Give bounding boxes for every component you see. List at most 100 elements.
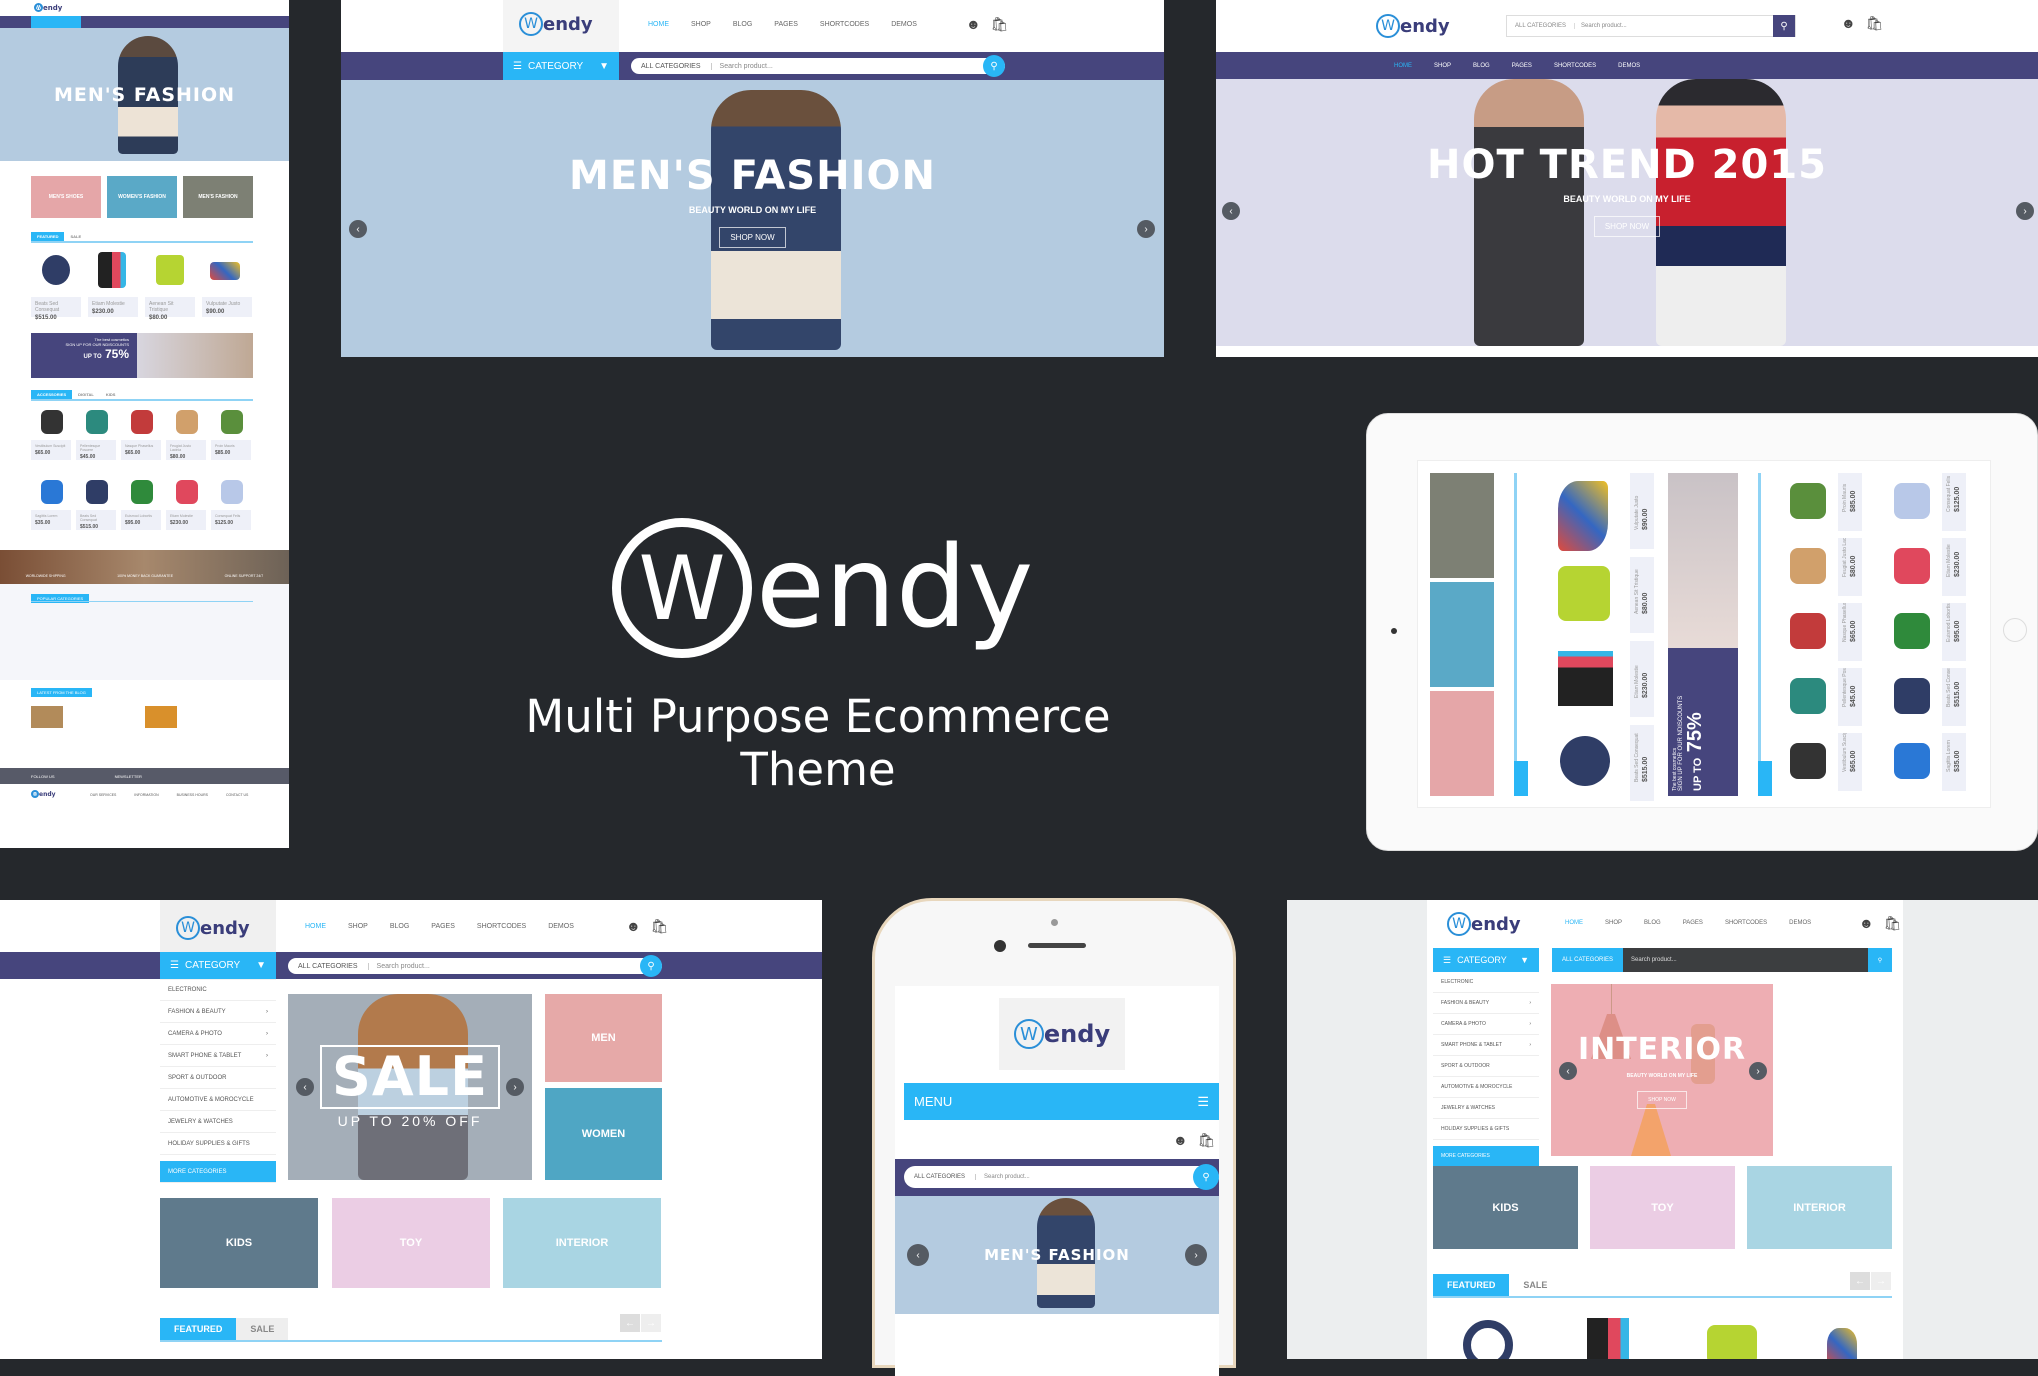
search-input[interactable]: Search product...: [1575, 23, 1773, 29]
category-select[interactable]: ALL CATEGORIES: [288, 962, 369, 970]
prev-slide-button[interactable]: ‹: [296, 1078, 314, 1096]
product-image[interactable]: [1790, 743, 1826, 779]
tab-featured[interactable]: FEATURED: [31, 232, 65, 241]
search-field[interactable]: ALL CATEGORIES Search product... ⚲: [288, 955, 662, 977]
product-image[interactable]: [86, 480, 108, 504]
next-arrow-icon[interactable]: →: [641, 1314, 661, 1332]
promo-banner[interactable]: The best cosmetics SIGN UP FOR OUR NDISCO…: [31, 333, 137, 378]
search-icon[interactable]: ⚲: [640, 955, 662, 977]
sidebar-category-item[interactable]: JEWELRY & WATCHES: [1433, 1098, 1539, 1119]
nav-pages[interactable]: PAGES: [1512, 63, 1532, 69]
product-card[interactable]: Vulputate Justo $90.00: [1630, 473, 1654, 549]
search-field[interactable]: ALL CATEGORIES Search product... ⚲: [1506, 15, 1796, 37]
shop-now-button[interactable]: SHOP NOW: [719, 226, 786, 248]
product-image-stroller[interactable]: [1558, 566, 1610, 621]
product-image[interactable]: [221, 480, 243, 504]
product-card[interactable]: Vulputate Justo $90.00: [202, 297, 252, 317]
tab-sale[interactable]: SALE: [1509, 1274, 1562, 1296]
nav-shortcodes[interactable]: SHORTCODES: [1554, 63, 1596, 69]
product-card[interactable]: Consequat Felis $125.00: [211, 510, 251, 530]
user-icon[interactable]: ☻: [1173, 1132, 1188, 1149]
search-input[interactable]: Search product...: [976, 1174, 1193, 1180]
product-card[interactable]: Feugiat Justo Lacinia $80.00: [166, 440, 206, 460]
sidebar-category-item[interactable]: FASHION & BEAUTY ›: [160, 1001, 276, 1023]
side-banner-women[interactable]: WOMEN: [545, 1088, 662, 1180]
sidebar-category-item[interactable]: SMART PHONE & TABLET ›: [1433, 1035, 1539, 1056]
product-card[interactable]: Vestibulum Suscipit $65.00: [31, 440, 71, 460]
category-select[interactable]: ALL CATEGORIES: [904, 1174, 977, 1180]
user-icon[interactable]: ☻: [1841, 15, 1856, 32]
sidebar-category-item[interactable]: JEWELRY & WATCHES: [160, 1111, 276, 1133]
sidebar-category-item[interactable]: ELECTRONIC: [160, 979, 276, 1001]
nav-shortcodes[interactable]: SHORTCODES: [477, 923, 526, 930]
product-card[interactable]: Nasque Phasellus $65.00: [121, 440, 161, 460]
search-icon[interactable]: ⚲: [1773, 15, 1795, 37]
next-slide-button[interactable]: ›: [1137, 220, 1155, 238]
product-image[interactable]: [41, 480, 63, 504]
product-card[interactable]: Vestibulum Suscipit $65.00: [1838, 733, 1862, 791]
sidebar-category-item[interactable]: AUTOMOTIVE & MOROCYCLE: [1433, 1077, 1539, 1098]
nav-shop[interactable]: SHOP: [348, 923, 368, 930]
fashion-tile[interactable]: MEN'S SHOES: [31, 176, 101, 218]
product-image-stroller[interactable]: [1707, 1325, 1757, 1359]
product-image[interactable]: [1894, 613, 1930, 649]
nav-shortcodes[interactable]: SHORTCODES: [1725, 920, 1767, 926]
tab-featured[interactable]: FEATURED: [160, 1318, 237, 1340]
product-image-phone[interactable]: [98, 252, 126, 288]
prev-slide-button[interactable]: ‹: [349, 220, 367, 238]
product-card[interactable]: Sagittis Lorem $35.00: [1942, 733, 1966, 791]
product-image-heel[interactable]: [1827, 1328, 1857, 1359]
more-categories-button[interactable]: MORE CATEGORIES: [1433, 1146, 1539, 1167]
product-card[interactable]: Consequat Felis $125.00: [1942, 473, 1966, 531]
product-image[interactable]: [131, 480, 153, 504]
product-card[interactable]: Aenean Sit Tristique $80.00: [1630, 557, 1654, 633]
nav-home[interactable]: HOME: [305, 923, 326, 930]
search-input[interactable]: Search product...: [1623, 957, 1868, 963]
logo[interactable]: Wendy: [1376, 14, 1450, 38]
cart-icon[interactable]: 🛍: [991, 16, 1009, 33]
user-icon[interactable]: ☻: [966, 16, 981, 33]
sidebar-category-item[interactable]: CAMERA & PHOTO ›: [1433, 1014, 1539, 1035]
tab-featured[interactable]: [1514, 761, 1528, 796]
prev-slide-button[interactable]: ‹: [1222, 202, 1240, 220]
product-image[interactable]: [1790, 548, 1826, 584]
prev-arrow-icon[interactable]: ←: [620, 1314, 640, 1332]
tab-digital[interactable]: DIGITAL: [72, 390, 100, 399]
product-card[interactable]: Beats Sed Consequat $515.00: [76, 510, 116, 530]
nav-home[interactable]: HOME: [1394, 63, 1412, 69]
product-card[interactable]: Etiam Molestie $230.00: [166, 510, 206, 530]
product-card[interactable]: Etiam Molestie $230.00: [88, 297, 138, 317]
nav-pages[interactable]: PAGES: [1683, 920, 1703, 926]
product-card[interactable]: Euismod Lobortis $95.00: [1942, 603, 1966, 661]
fashion-tile[interactable]: WOMEN'S FASHION: [107, 176, 177, 218]
sidebar-category-item[interactable]: SPORT & OUTDOOR: [1433, 1056, 1539, 1077]
nav-pages[interactable]: PAGES: [431, 923, 455, 930]
category-button[interactable]: ☰ CATEGORY ▼: [1433, 948, 1539, 972]
nav-shop[interactable]: SHOP: [1605, 920, 1622, 926]
nav-home[interactable]: HOME: [1565, 920, 1583, 926]
cart-icon[interactable]: 🛍: [651, 918, 669, 935]
product-card[interactable]: Beats Sed Consequat $515.00: [1630, 725, 1654, 801]
logo[interactable]: Wendy: [1013, 1019, 1110, 1049]
nav-demos[interactable]: DEMOS: [891, 21, 917, 28]
prev-slide-button[interactable]: ‹: [907, 1244, 929, 1266]
nav-blog[interactable]: BLOG: [1644, 920, 1661, 926]
next-slide-button[interactable]: ›: [1749, 1062, 1767, 1080]
category-tile-toy[interactable]: TOY: [1590, 1166, 1735, 1249]
product-card[interactable]: Euismod Lobortis $95.00: [121, 510, 161, 530]
product-image-phone[interactable]: [1587, 1318, 1629, 1359]
nav-home[interactable]: HOME: [648, 21, 669, 28]
menu-button[interactable]: MENU ☰: [904, 1083, 1219, 1120]
product-card[interactable]: Etiam Molestie $230.00: [1630, 641, 1654, 717]
search-icon[interactable]: ⚲: [1193, 1164, 1219, 1190]
product-card[interactable]: Proin Mauris $85.00: [211, 440, 251, 460]
category-tile-interior[interactable]: INTERIOR: [1747, 1166, 1892, 1249]
product-image[interactable]: [86, 410, 108, 434]
search-input[interactable]: Search product...: [369, 963, 640, 970]
product-card[interactable]: Feugiat Justo Lacinia $80.00: [1838, 538, 1862, 596]
product-image-headphones[interactable]: [42, 255, 70, 285]
tab-sale[interactable]: SALE: [236, 1318, 289, 1340]
side-banner-men[interactable]: MEN: [545, 994, 662, 1082]
product-card[interactable]: Proin Mauris $85.00: [1838, 473, 1862, 531]
cart-icon[interactable]: 🛍: [1884, 915, 1902, 932]
